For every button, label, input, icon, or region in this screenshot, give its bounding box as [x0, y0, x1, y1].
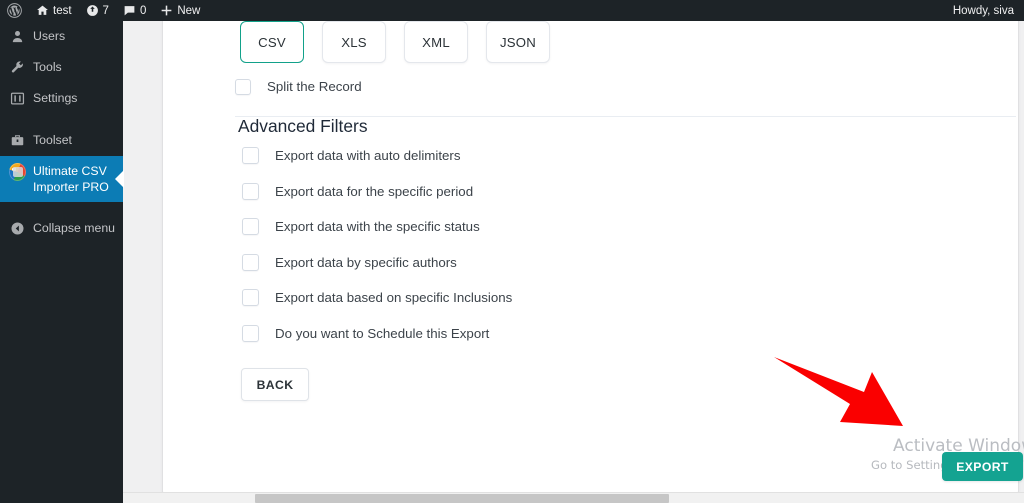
filter-row-specific-authors[interactable]: Export data by specific authors: [242, 245, 512, 281]
filter-checkbox[interactable]: [242, 289, 259, 307]
tab-label: XLS: [341, 34, 367, 50]
sidebar-item-label: Tools: [33, 60, 62, 74]
split-the-record-label: Split the Record: [267, 79, 362, 94]
filter-row-schedule-export[interactable]: Do you want to Schedule this Export: [242, 316, 512, 352]
tab-label: XML: [422, 34, 450, 50]
sidebar-item-ultimate-csv-importer-pro[interactable]: Ultimate CSV Importer PRO: [0, 156, 123, 202]
screen-root: test 7 0 New Howdy, siva Users Tools Set…: [0, 0, 1024, 503]
filter-checkbox[interactable]: [242, 218, 259, 236]
sidebar-item-label: Settings: [33, 91, 78, 105]
sidebar-item-toolset[interactable]: Toolset: [0, 125, 123, 156]
new-content-label: New: [177, 4, 201, 17]
filter-checkbox[interactable]: [242, 253, 259, 271]
main-content-area: CSV XLS XML JSON Split the Record Advanc…: [123, 21, 1024, 493]
comments-menu[interactable]: 0: [116, 0, 153, 21]
updates-menu[interactable]: 7: [79, 0, 116, 21]
comment-bubble-icon: [123, 4, 136, 17]
export-format-tabs: CSV XLS XML JSON: [240, 21, 550, 63]
sidebar-item-label: Ultimate CSV Importer PRO: [33, 164, 109, 194]
split-the-record-row[interactable]: Split the Record: [235, 79, 362, 95]
filter-checkbox[interactable]: [242, 147, 259, 165]
wrench-icon: [9, 59, 26, 76]
sliders-icon: [9, 90, 26, 107]
tab-json[interactable]: JSON: [486, 21, 550, 63]
filter-checkbox[interactable]: [242, 324, 259, 342]
tab-xls[interactable]: XLS: [322, 21, 386, 63]
sidebar-item-users[interactable]: Users: [0, 21, 123, 52]
new-content-menu[interactable]: New: [153, 0, 207, 21]
filter-row-specific-inclusions[interactable]: Export data based on specific Inclusions: [242, 280, 512, 316]
updates-count: 7: [102, 4, 109, 17]
site-name-label: test: [53, 4, 72, 17]
site-name-menu[interactable]: test: [29, 0, 79, 21]
export-button-label: EXPORT: [956, 459, 1009, 474]
content-left-gutter: [123, 21, 163, 493]
tab-csv[interactable]: CSV: [240, 21, 304, 63]
advanced-filters-title: Advanced Filters: [238, 116, 368, 136]
filter-row-auto-delimiters[interactable]: Export data with auto delimiters: [242, 138, 512, 174]
horizontal-scrollbar-thumb[interactable]: [255, 494, 669, 503]
csv-importer-icon: [9, 162, 26, 181]
wordpress-logo-menu[interactable]: [0, 0, 29, 21]
filter-label: Export data by specific authors: [275, 254, 457, 270]
sidebar-item-label: Users: [33, 29, 66, 43]
updates-icon: [86, 4, 99, 17]
horizontal-scrollbar[interactable]: [123, 492, 1024, 503]
wordpress-logo-icon: [7, 3, 22, 18]
sidebar-item-settings[interactable]: Settings: [0, 83, 123, 114]
tab-xml[interactable]: XML: [404, 21, 468, 63]
export-settings-card: CSV XLS XML JSON Split the Record Advanc…: [163, 21, 1024, 493]
back-button[interactable]: BACK: [241, 368, 309, 401]
sidebar-item-label: Collapse menu: [33, 221, 116, 235]
sidebar-item-collapse-menu[interactable]: Collapse menu: [0, 213, 123, 244]
comments-count: 0: [139, 4, 147, 17]
tab-label: JSON: [500, 34, 536, 50]
filter-checkbox[interactable]: [242, 182, 259, 200]
filter-label: Export data for the specific period: [275, 183, 474, 199]
filter-label: Export data with the specific status: [275, 219, 480, 235]
export-button[interactable]: EXPORT: [942, 452, 1023, 481]
plus-icon: [160, 4, 173, 17]
advanced-filters-list: Export data with auto delimiters Export …: [242, 138, 512, 351]
tab-label: CSV: [258, 34, 286, 50]
toolbox-icon: [9, 132, 26, 149]
account-menu[interactable]: Howdy, siva: [946, 0, 1024, 21]
filter-row-specific-status[interactable]: Export data with the specific status: [242, 209, 512, 245]
filter-label: Do you want to Schedule this Export: [275, 325, 490, 341]
admin-sidebar-menu: Users Tools Settings Toolset Ultimate CS…: [0, 21, 123, 493]
filter-label: Export data with auto delimiters: [275, 148, 461, 164]
back-button-label: BACK: [256, 377, 294, 392]
sidebar-item-tools[interactable]: Tools: [0, 52, 123, 83]
collapse-arrow-icon: [9, 220, 26, 237]
sidebar-item-label: Toolset: [33, 133, 72, 147]
filter-label: Export data based on specific Inclusions: [275, 290, 513, 306]
filter-row-specific-period[interactable]: Export data for the specific period: [242, 174, 512, 210]
user-icon: [9, 28, 26, 45]
split-the-record-checkbox[interactable]: [235, 79, 251, 95]
howdy-label: Howdy, siva: [952, 4, 1014, 17]
sidebar-bottom-fill: [0, 492, 123, 503]
wp-admin-bar: test 7 0 New Howdy, siva: [0, 0, 1024, 21]
home-icon: [36, 4, 49, 17]
